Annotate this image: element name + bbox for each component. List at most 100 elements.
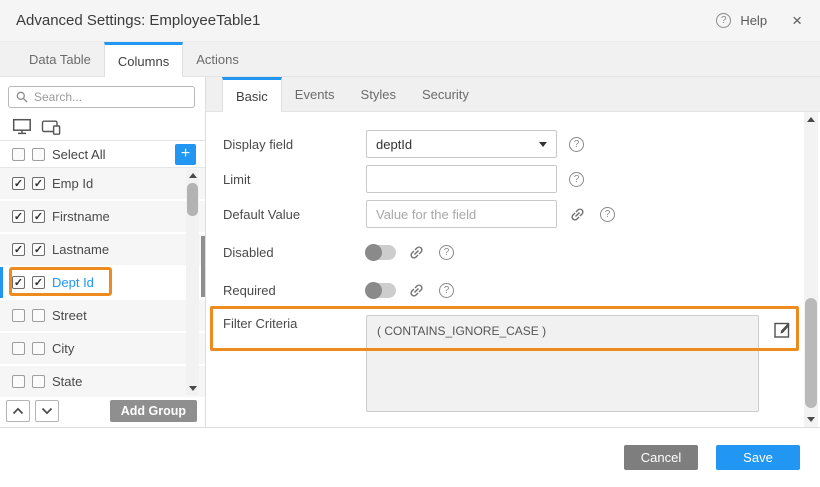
chevron-down-icon (539, 142, 547, 147)
help-icon[interactable] (439, 283, 454, 298)
toggle-knob (365, 244, 382, 261)
search-input[interactable] (34, 90, 187, 104)
display-field-select[interactable]: deptId (366, 130, 557, 158)
link-icon[interactable] (408, 244, 425, 261)
scrollbar-thumb[interactable] (805, 298, 817, 408)
desktop-checkbox[interactable] (12, 375, 25, 388)
mobile-checkbox[interactable] (32, 177, 45, 190)
scroll-down-icon[interactable] (807, 417, 815, 422)
tab-columns[interactable]: Columns (104, 42, 183, 77)
help-icon[interactable] (600, 207, 615, 222)
sidebar-scrollbar[interactable] (186, 169, 199, 395)
required-toggle[interactable] (366, 283, 396, 298)
list-item-city[interactable]: City (0, 333, 205, 364)
edit-icon[interactable] (772, 319, 793, 340)
mobile-checkbox[interactable] (32, 309, 45, 322)
tab-data-table[interactable]: Data Table (16, 42, 104, 76)
default-value-input[interactable] (366, 200, 557, 228)
dialog-tabbar: Data Table Columns Actions (0, 42, 820, 77)
dialog-title: Advanced Settings: EmployeeTable1 (16, 12, 260, 29)
required-label: Required (223, 283, 366, 298)
columns-sidebar: Select All + Emp Id Firstname Lastna (0, 77, 206, 427)
settings-tabbar: Basic Events Styles Security (206, 77, 820, 112)
add-group-button[interactable]: Add Group (110, 400, 197, 422)
list-item-label: Street (52, 308, 87, 323)
select-all-label: Select All (52, 147, 105, 162)
list-item-label: Emp Id (52, 176, 93, 191)
disabled-label: Disabled (223, 245, 366, 260)
display-field-value: deptId (376, 137, 412, 152)
filter-criteria-section: Filter Criteria ( CONTAINS_IGNORE_CASE ) (206, 306, 820, 412)
move-down-button[interactable] (35, 400, 59, 422)
filter-criteria-textarea[interactable]: ( CONTAINS_IGNORE_CASE ) (366, 315, 759, 412)
mobile-checkbox[interactable] (32, 243, 45, 256)
required-row: Required (206, 282, 820, 299)
scroll-up-icon[interactable] (189, 173, 197, 178)
tab-actions[interactable]: Actions (183, 42, 252, 76)
tab-events[interactable]: Events (282, 77, 348, 111)
help-icon[interactable] (569, 137, 584, 152)
select-all-mobile-checkbox[interactable] (32, 148, 45, 161)
list-item-dept-id[interactable]: Dept Id (0, 267, 205, 298)
toggle-knob (365, 282, 382, 299)
content-scrollbar[interactable] (804, 112, 818, 427)
desktop-checkbox[interactable] (12, 276, 25, 289)
help-icon[interactable] (569, 172, 584, 187)
help-icon[interactable] (716, 13, 731, 28)
sidebar-controls: Add Group (0, 397, 205, 427)
default-value-row: Default Value (206, 200, 820, 228)
dialog-footer: Cancel Save (0, 427, 820, 487)
list-item-firstname[interactable]: Firstname (0, 201, 205, 232)
mobile-devices-icon[interactable] (41, 118, 62, 135)
limit-input[interactable] (366, 165, 557, 193)
link-icon[interactable] (569, 206, 586, 223)
desktop-checkbox[interactable] (12, 210, 25, 223)
list-item-label: Dept Id (52, 275, 94, 290)
disabled-row: Disabled (206, 244, 820, 261)
search-box (8, 86, 195, 108)
move-up-button[interactable] (6, 400, 30, 422)
device-visibility-header (0, 114, 205, 141)
select-all-desktop-checkbox[interactable] (12, 148, 25, 161)
outer-scrollbar-thumb[interactable] (201, 236, 205, 297)
scroll-down-icon[interactable] (189, 386, 197, 391)
desktop-icon[interactable] (12, 118, 32, 135)
desktop-checkbox[interactable] (12, 177, 25, 190)
mobile-checkbox[interactable] (32, 276, 45, 289)
save-button[interactable]: Save (716, 445, 800, 470)
select-all-row: Select All + (0, 141, 205, 169)
desktop-checkbox[interactable] (12, 342, 25, 355)
list-item-street[interactable]: Street (0, 300, 205, 331)
mobile-checkbox[interactable] (32, 342, 45, 355)
mobile-checkbox[interactable] (32, 210, 45, 223)
tab-basic[interactable]: Basic (222, 77, 282, 112)
list-item-state[interactable]: State (0, 366, 205, 397)
list-item-label: State (52, 374, 82, 389)
list-item-lastname[interactable]: Lastname (0, 234, 205, 265)
search-icon (16, 91, 28, 103)
help-icon[interactable] (439, 245, 454, 260)
disabled-toggle[interactable] (366, 245, 396, 260)
cancel-button[interactable]: Cancel (624, 445, 698, 470)
limit-label: Limit (223, 172, 366, 187)
list-item-label: City (52, 341, 74, 356)
display-field-label: Display field (223, 137, 366, 152)
column-list: Emp Id Firstname Lastname Dept Id (0, 168, 205, 397)
list-item-emp-id[interactable]: Emp Id (0, 168, 205, 199)
mobile-checkbox[interactable] (32, 375, 45, 388)
close-icon[interactable] (792, 12, 802, 29)
add-column-button[interactable]: + (175, 144, 196, 165)
display-field-row: Display field deptId (206, 130, 820, 158)
help-link[interactable]: Help (740, 13, 767, 28)
desktop-checkbox[interactable] (12, 309, 25, 322)
desktop-checkbox[interactable] (12, 243, 25, 256)
basic-settings-form: Display field deptId Limit Default Value (206, 112, 820, 427)
column-settings-panel: Basic Events Styles Security Display fie… (206, 77, 820, 427)
filter-criteria-label: Filter Criteria (223, 306, 366, 331)
scrollbar-thumb[interactable] (187, 183, 198, 216)
tab-styles[interactable]: Styles (348, 77, 409, 111)
scroll-up-icon[interactable] (807, 117, 815, 122)
dialog-header: Advanced Settings: EmployeeTable1 Help (0, 0, 820, 42)
tab-security[interactable]: Security (409, 77, 482, 111)
link-icon[interactable] (408, 282, 425, 299)
